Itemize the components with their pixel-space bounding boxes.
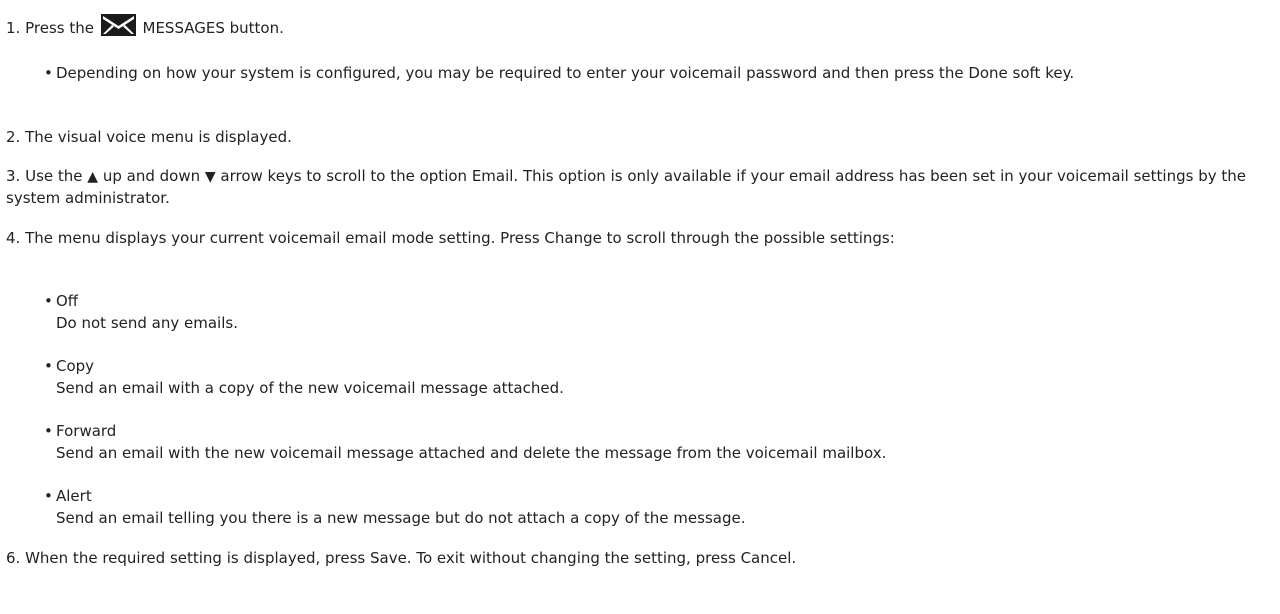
- setting-name: Forward: [56, 422, 117, 440]
- step-number: 6.: [6, 549, 21, 567]
- step-text: The menu displays your current voicemail…: [25, 229, 895, 247]
- step-text: When the required setting is displayed, …: [25, 549, 797, 567]
- setting-description: Send an email with the new voicemail mes…: [56, 444, 887, 462]
- step-6: 6. When the required setting is displaye…: [6, 548, 1272, 569]
- list-item: • Depending on how your system is config…: [44, 62, 1272, 106]
- list-item: • Alert Send an email telling you there …: [44, 485, 1272, 529]
- down-arrow-icon: ▼: [204, 169, 216, 185]
- instructions-document: 1. Press the MESSAGES button. • Dependin…: [0, 0, 1280, 614]
- setting-name: Alert: [56, 487, 92, 505]
- list-item: • Copy Send an email with a copy of the …: [44, 355, 1272, 399]
- setting-name: Off: [56, 292, 79, 310]
- step-4: 4. The menu displays your current voicem…: [6, 228, 1272, 249]
- setting-name: Copy: [56, 357, 95, 375]
- step-text: up and down: [98, 167, 205, 185]
- bullet-dot: •: [44, 487, 53, 505]
- setting-description: Do not send any emails.: [56, 314, 238, 332]
- step-number: 2.: [6, 128, 21, 146]
- step-number: 3.: [6, 167, 21, 185]
- list-item: • Off Do not send any emails.: [44, 290, 1272, 334]
- step-text: Use the: [25, 167, 88, 185]
- step-2: 2. The visual voice menu is displayed.: [6, 127, 1272, 148]
- bullet-dot: •: [44, 422, 53, 440]
- setting-description: Send an email telling you there is a new…: [56, 509, 746, 527]
- up-arrow-icon: ▲: [87, 169, 99, 185]
- setting-entry: Copy Send an email with a copy of the ne…: [56, 355, 1271, 399]
- setting-entry: Alert Send an email telling you there is…: [56, 485, 1271, 529]
- bullet-dot: •: [44, 357, 53, 375]
- step-1: 1. Press the MESSAGES button.: [6, 14, 1272, 39]
- bullet-dot: •: [44, 64, 53, 82]
- step-number: 1.: [6, 19, 21, 37]
- step-text-messages: MESSAGES button.: [137, 19, 284, 37]
- bullet-dot: •: [44, 292, 53, 310]
- setting-description: Send an email with a copy of the new voi…: [56, 379, 564, 397]
- step-1-note: Depending on how your system is configur…: [56, 64, 1075, 82]
- list-item: • Forward Send an email with the new voi…: [44, 420, 1272, 464]
- step-text: The visual voice menu is displayed.: [25, 128, 292, 146]
- setting-entry: Off Do not send any emails.: [56, 290, 1271, 334]
- step-text: Press the: [25, 19, 99, 37]
- setting-entry: Forward Send an email with the new voice…: [56, 420, 1271, 464]
- step-3: 3. Use the ▲ up and down ▼ arrow keys to…: [6, 166, 1272, 209]
- step-number: 4.: [6, 229, 21, 247]
- envelope-icon: [100, 14, 136, 36]
